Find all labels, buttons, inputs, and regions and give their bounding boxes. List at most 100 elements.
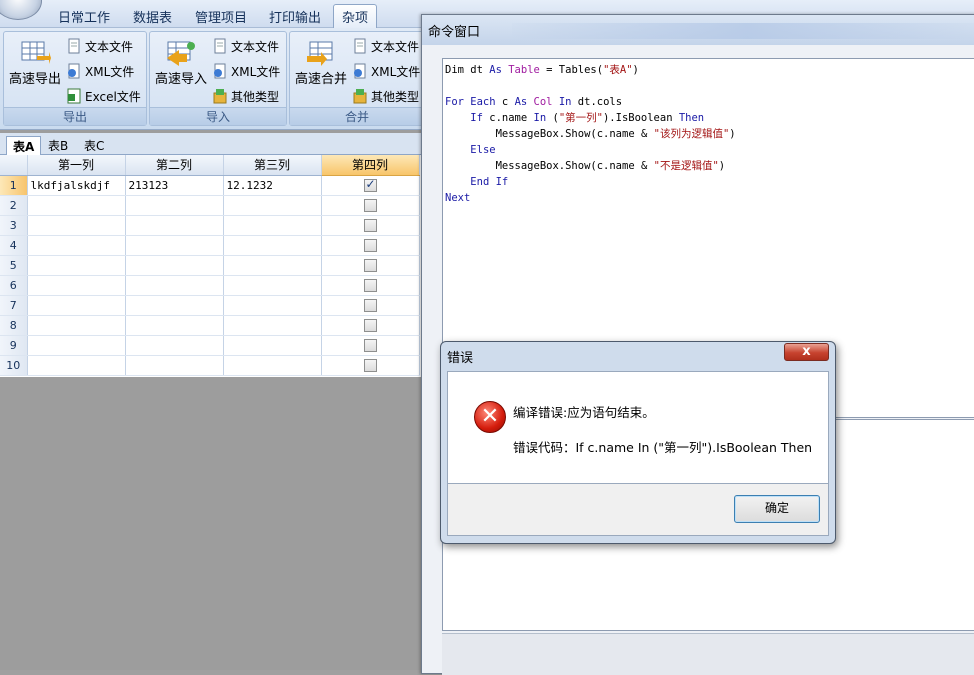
table-cell[interactable] <box>223 235 322 256</box>
table-cell[interactable] <box>27 295 126 316</box>
table-row[interactable]: 10 <box>0 355 420 376</box>
row-header[interactable]: 9 <box>0 335 28 356</box>
table-cell[interactable] <box>223 315 322 336</box>
table-cell[interactable] <box>125 335 224 356</box>
tab-daily-work[interactable]: 日常工作 <box>50 6 118 27</box>
table-row[interactable]: 1 lkdfjalskdjf 213123 12.1232 <box>0 175 420 196</box>
checkbox[interactable] <box>363 198 377 212</box>
table-cell[interactable] <box>223 355 322 376</box>
checkbox[interactable] <box>363 177 377 192</box>
checkbox[interactable] <box>363 338 377 352</box>
import-other-type-button[interactable]: 其他类型 <box>212 85 279 107</box>
export-text-file-button[interactable]: 文本文件 <box>66 35 133 57</box>
table-cell[interactable] <box>321 215 420 236</box>
table-cell[interactable] <box>125 195 224 216</box>
checkbox[interactable] <box>363 218 377 232</box>
table-cell[interactable] <box>125 275 224 296</box>
table-cell[interactable] <box>321 275 420 296</box>
checkbox[interactable] <box>363 318 377 332</box>
merge-xml-file-button[interactable]: XML文件 <box>352 60 420 82</box>
ok-button[interactable]: 确定 <box>734 495 820 523</box>
tab-print-output[interactable]: 打印输出 <box>261 6 329 27</box>
table-cell[interactable]: lkdfjalskdjf <box>27 175 126 196</box>
table-row[interactable]: 8 <box>0 315 420 336</box>
sheet-tab-a[interactable]: 表A <box>6 136 42 155</box>
sheet-tab-b[interactable]: 表B <box>42 136 74 155</box>
table-cell[interactable]: 213123 <box>125 175 224 196</box>
row-header[interactable]: 5 <box>0 255 28 276</box>
table-row[interactable]: 2 <box>0 195 420 216</box>
table-cell[interactable] <box>223 295 322 316</box>
row-header[interactable]: 6 <box>0 275 28 296</box>
import-text-file-button[interactable]: 文本文件 <box>212 35 279 57</box>
table-cell[interactable] <box>223 275 322 296</box>
table-cell[interactable] <box>27 315 126 336</box>
export-xml-file-button[interactable]: XML文件 <box>66 60 134 82</box>
table-cell[interactable] <box>223 195 322 216</box>
fast-export-button[interactable]: 高速导出 <box>6 36 64 92</box>
table-cell[interactable] <box>223 215 322 236</box>
row-header[interactable]: 4 <box>0 235 28 256</box>
import-xml-file-button[interactable]: XML文件 <box>212 60 280 82</box>
table-row[interactable]: 3 <box>0 215 420 236</box>
table-cell[interactable] <box>27 215 126 236</box>
table-cell[interactable] <box>223 255 322 276</box>
row-header[interactable]: 8 <box>0 315 28 336</box>
tab-manage-project[interactable]: 管理项目 <box>187 6 255 27</box>
tab-data-table[interactable]: 数据表 <box>125 6 180 27</box>
checkbox[interactable] <box>363 258 377 272</box>
checkbox[interactable] <box>363 238 377 252</box>
grid-corner[interactable] <box>0 155 28 176</box>
row-header[interactable]: 1 <box>0 175 28 196</box>
table-cell[interactable] <box>321 235 420 256</box>
close-button[interactable]: x <box>784 343 829 361</box>
command-window-titlebar[interactable]: 命令窗口 <box>422 15 974 45</box>
table-cell[interactable] <box>125 295 224 316</box>
table-cell[interactable] <box>27 255 126 276</box>
table-row[interactable]: 5 <box>0 255 420 276</box>
column-header[interactable]: 第二列 <box>125 155 224 176</box>
table-row[interactable]: 6 <box>0 275 420 296</box>
table-cell[interactable] <box>321 335 420 356</box>
table-cell[interactable] <box>321 315 420 336</box>
row-header[interactable]: 10 <box>0 355 28 376</box>
table-cell[interactable] <box>27 235 126 256</box>
table-cell[interactable] <box>27 195 126 216</box>
checkbox[interactable] <box>363 298 377 312</box>
table-cell[interactable]: 12.1232 <box>223 175 322 196</box>
row-header[interactable]: 2 <box>0 195 28 216</box>
table-cell[interactable] <box>321 295 420 316</box>
table-cell[interactable] <box>125 355 224 376</box>
merge-text-file-button[interactable]: 文本文件 <box>352 35 419 57</box>
app-orb-button[interactable] <box>0 0 42 20</box>
table-cell[interactable] <box>321 195 420 216</box>
export-excel-file-button[interactable]: Excel文件 <box>66 85 141 107</box>
code-text[interactable]: Dim dt As Table = Tables("表A") For Each c… <box>445 62 736 206</box>
table-cell[interactable] <box>27 275 126 296</box>
column-header-selected[interactable]: 第四列 <box>321 155 420 176</box>
table-cell[interactable] <box>321 175 420 196</box>
table-cell[interactable] <box>125 315 224 336</box>
fast-import-button[interactable]: 高速导入 <box>152 36 210 92</box>
table-cell[interactable] <box>223 335 322 356</box>
table-row[interactable]: 7 <box>0 295 420 316</box>
merge-other-type-button[interactable]: 其他类型 <box>352 85 419 107</box>
table-cell[interactable] <box>125 215 224 236</box>
table-cell[interactable] <box>27 335 126 356</box>
table-row[interactable]: 9 <box>0 335 420 356</box>
sheet-tab-c[interactable]: 表C <box>78 136 110 155</box>
checkbox[interactable] <box>363 278 377 292</box>
fast-merge-button[interactable]: 高速合并 <box>292 36 350 92</box>
table-cell[interactable] <box>27 355 126 376</box>
row-header[interactable]: 7 <box>0 295 28 316</box>
table-cell[interactable] <box>321 355 420 376</box>
checkbox[interactable] <box>363 358 377 372</box>
table-row[interactable]: 4 <box>0 235 420 256</box>
table-cell[interactable] <box>321 255 420 276</box>
tab-misc[interactable]: 杂项 <box>333 4 378 29</box>
table-cell[interactable] <box>125 235 224 256</box>
table-cell[interactable] <box>125 255 224 276</box>
column-header[interactable]: 第一列 <box>27 155 126 176</box>
row-header[interactable]: 3 <box>0 215 28 236</box>
column-header[interactable]: 第三列 <box>223 155 322 176</box>
